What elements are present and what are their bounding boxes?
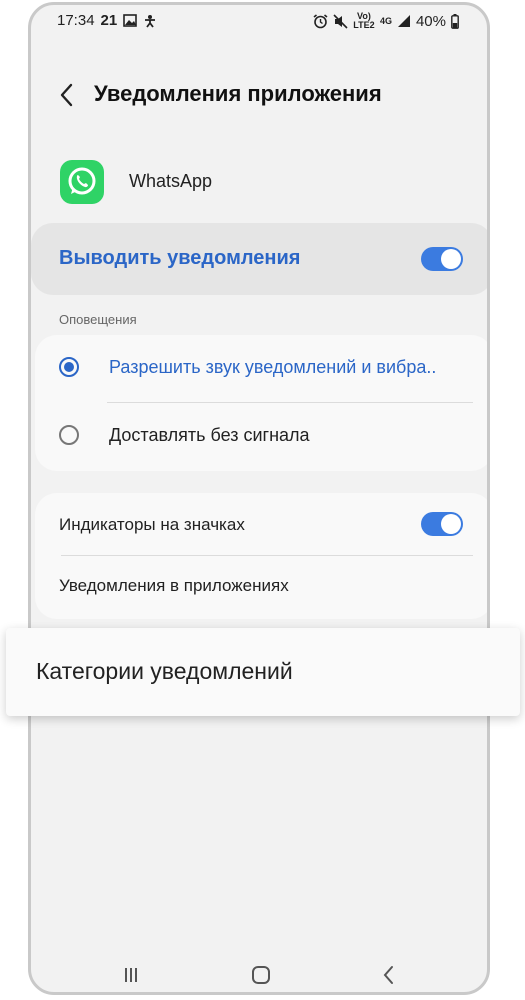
status-left: 17:34 21 — [57, 12, 157, 29]
phone-frame: 17:34 21 Vo) LTE2 4G 40% Уведомления при… — [28, 2, 490, 995]
show-notifications-toggle[interactable] — [421, 247, 463, 271]
image-icon — [123, 14, 138, 27]
app-icon-badges-label: Индикаторы на значках — [59, 515, 245, 534]
mute-icon — [333, 13, 348, 29]
app-icon-badges-row[interactable]: Индикаторы на значках — [35, 493, 487, 555]
show-notifications-label: Выводить уведомления — [59, 247, 301, 269]
home-icon[interactable] — [247, 961, 275, 989]
status-right: Vo) LTE2 4G 40% — [313, 12, 459, 30]
signal-icon — [397, 15, 410, 27]
back-nav-icon[interactable] — [375, 961, 403, 989]
volte-indicator: Vo) LTE2 — [353, 11, 375, 30]
status-extra: 21 — [100, 12, 118, 29]
toggle-knob — [441, 514, 461, 534]
navigation-bar — [31, 955, 487, 992]
network-type: 4G — [379, 15, 392, 26]
accessibility-icon — [145, 14, 156, 28]
header: Уведомления приложения — [31, 75, 487, 115]
app-icon-badges-toggle[interactable] — [421, 512, 463, 536]
show-notifications-row[interactable]: Выводить уведомления — [31, 223, 487, 295]
status-time: 17:34 — [57, 12, 95, 29]
status-bar: 17:34 21 Vo) LTE2 4G 40% — [31, 5, 487, 37]
whatsapp-icon — [60, 160, 104, 204]
recent-apps-icon[interactable] — [117, 961, 145, 989]
alert-option-silent[interactable]: Доставлять без сигнала — [35, 403, 487, 469]
battery-icon — [451, 13, 459, 29]
alerts-card: Разрешить звук уведомлений и вибра.. Дос… — [35, 335, 487, 471]
back-arrow-icon[interactable] — [55, 81, 79, 109]
alert-option-sound-radio[interactable] — [59, 357, 79, 377]
notification-categories-row[interactable]: Категории уведомлений — [6, 628, 520, 716]
alert-option-sound[interactable]: Разрешить звук уведомлений и вибра.. — [35, 335, 487, 401]
alert-option-silent-radio[interactable] — [59, 425, 79, 445]
alerts-section-label: Оповещения — [59, 312, 137, 327]
in-app-notifications-label: Уведомления в приложениях — [59, 576, 289, 595]
app-name: WhatsApp — [129, 171, 213, 191]
page-title: Уведомления приложения — [94, 81, 382, 106]
battery-percent: 40% — [415, 12, 446, 30]
alarm-icon — [313, 13, 328, 28]
toggle-knob — [441, 249, 461, 269]
in-app-notifications-row[interactable]: Уведомления в приложениях — [35, 556, 487, 618]
other-settings-card: Индикаторы на значках Уведомления в прил… — [35, 493, 487, 619]
notification-categories-label: Категории уведомлений — [36, 658, 293, 684]
alert-option-sound-label: Разрешить звук уведомлений и вибра.. — [109, 357, 437, 377]
app-info-row: WhatsApp — [31, 157, 487, 209]
alert-option-silent-label: Доставлять без сигнала — [109, 425, 310, 445]
